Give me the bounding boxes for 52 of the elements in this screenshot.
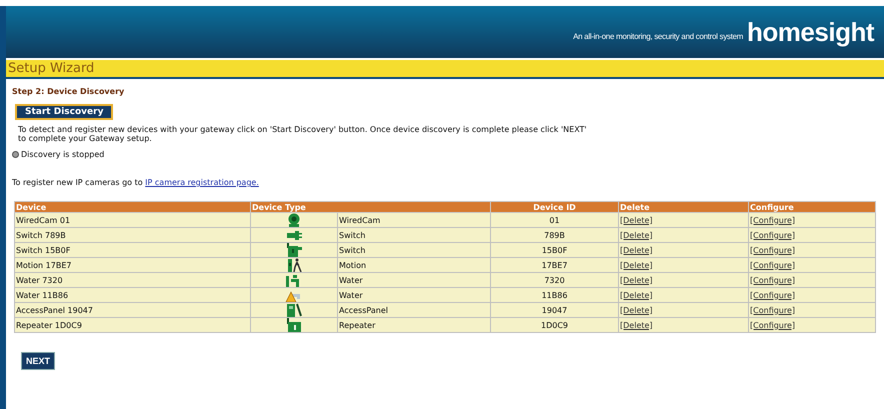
logo: homesight xyxy=(747,20,874,44)
delete-link[interactable]: [Delete] xyxy=(620,216,653,224)
tagline: An all-in-one monitoring, security and control system xyxy=(573,32,744,41)
table-cell: Switch xyxy=(338,242,491,258)
table-cell: Switch 789B xyxy=(14,228,250,242)
table-cell: 1D0C9 xyxy=(490,318,619,332)
table-cell: Switch 15B0F xyxy=(14,242,250,258)
next-button[interactable]: NEXT xyxy=(21,352,56,370)
table-cell: Repeater 1D0C9 xyxy=(14,318,250,332)
column-header: Device ID xyxy=(490,202,619,212)
delete-link[interactable]: [Delete] xyxy=(620,246,653,254)
table-cell: 17BE7 xyxy=(490,258,619,272)
column-header: Device xyxy=(14,202,250,212)
column-header: Device Type xyxy=(250,202,491,212)
table-cell: 7320 xyxy=(490,272,619,288)
table-cell: Water 7320 xyxy=(14,272,250,288)
table-cell: WiredCam xyxy=(338,212,491,228)
table-cell: AccessPanel xyxy=(338,302,491,318)
table-cell: Switch xyxy=(338,228,491,242)
column-header: Configure xyxy=(748,202,876,212)
delete-link[interactable]: [Delete] xyxy=(620,320,653,330)
status-text: Discovery is stopped xyxy=(21,150,104,159)
instructions: To detect and register new devices with your gateway click on 'Start Discovery' button. Once device discovery is complete please click 'NEXT' to complete your Gateway setup. xyxy=(18,125,588,143)
table-cell: AccessPanel 19047 xyxy=(14,302,250,318)
table-cell: Water xyxy=(338,288,491,302)
table-cell: 19047 xyxy=(490,302,619,318)
access-panel-icon xyxy=(285,303,303,317)
table-cell: 01 xyxy=(490,212,619,228)
table-cell: Repeater xyxy=(338,318,491,332)
table-cell: 11B86 xyxy=(490,288,619,302)
plug-icon xyxy=(285,228,303,242)
step-title: Step 2: Device Discovery xyxy=(12,87,126,96)
repeater-icon xyxy=(285,318,303,332)
delete-link[interactable]: [Delete] xyxy=(620,230,653,240)
delete-link[interactable]: [Delete] xyxy=(620,260,653,270)
delete-link[interactable]: [Delete] xyxy=(620,290,653,300)
wizard-title: Setup Wizard xyxy=(8,61,94,76)
table-cell: 15B0F xyxy=(490,242,619,258)
motion-sensor-icon xyxy=(285,258,303,272)
table-cell: Water xyxy=(338,272,491,288)
table-cell: Motion xyxy=(338,258,491,272)
ip-camera-text: To register new IP cameras go to IP camera registration page. xyxy=(12,178,260,187)
start-discovery-button[interactable]: Start Discovery xyxy=(15,104,114,120)
delete-link[interactable]: [Delete] xyxy=(620,276,653,284)
table-cell: WiredCam 01 xyxy=(14,212,250,228)
ip-camera-link[interactable]: IP camera registration page. xyxy=(145,178,259,187)
table-cell: Water 11B86 xyxy=(14,288,250,302)
table-cell: 789B xyxy=(490,228,619,242)
column-header: Delete xyxy=(618,202,749,212)
switch-icon xyxy=(285,243,303,257)
delete-link[interactable]: [Delete] xyxy=(620,306,653,314)
table-cell: Motion 17BE7 xyxy=(14,258,250,272)
